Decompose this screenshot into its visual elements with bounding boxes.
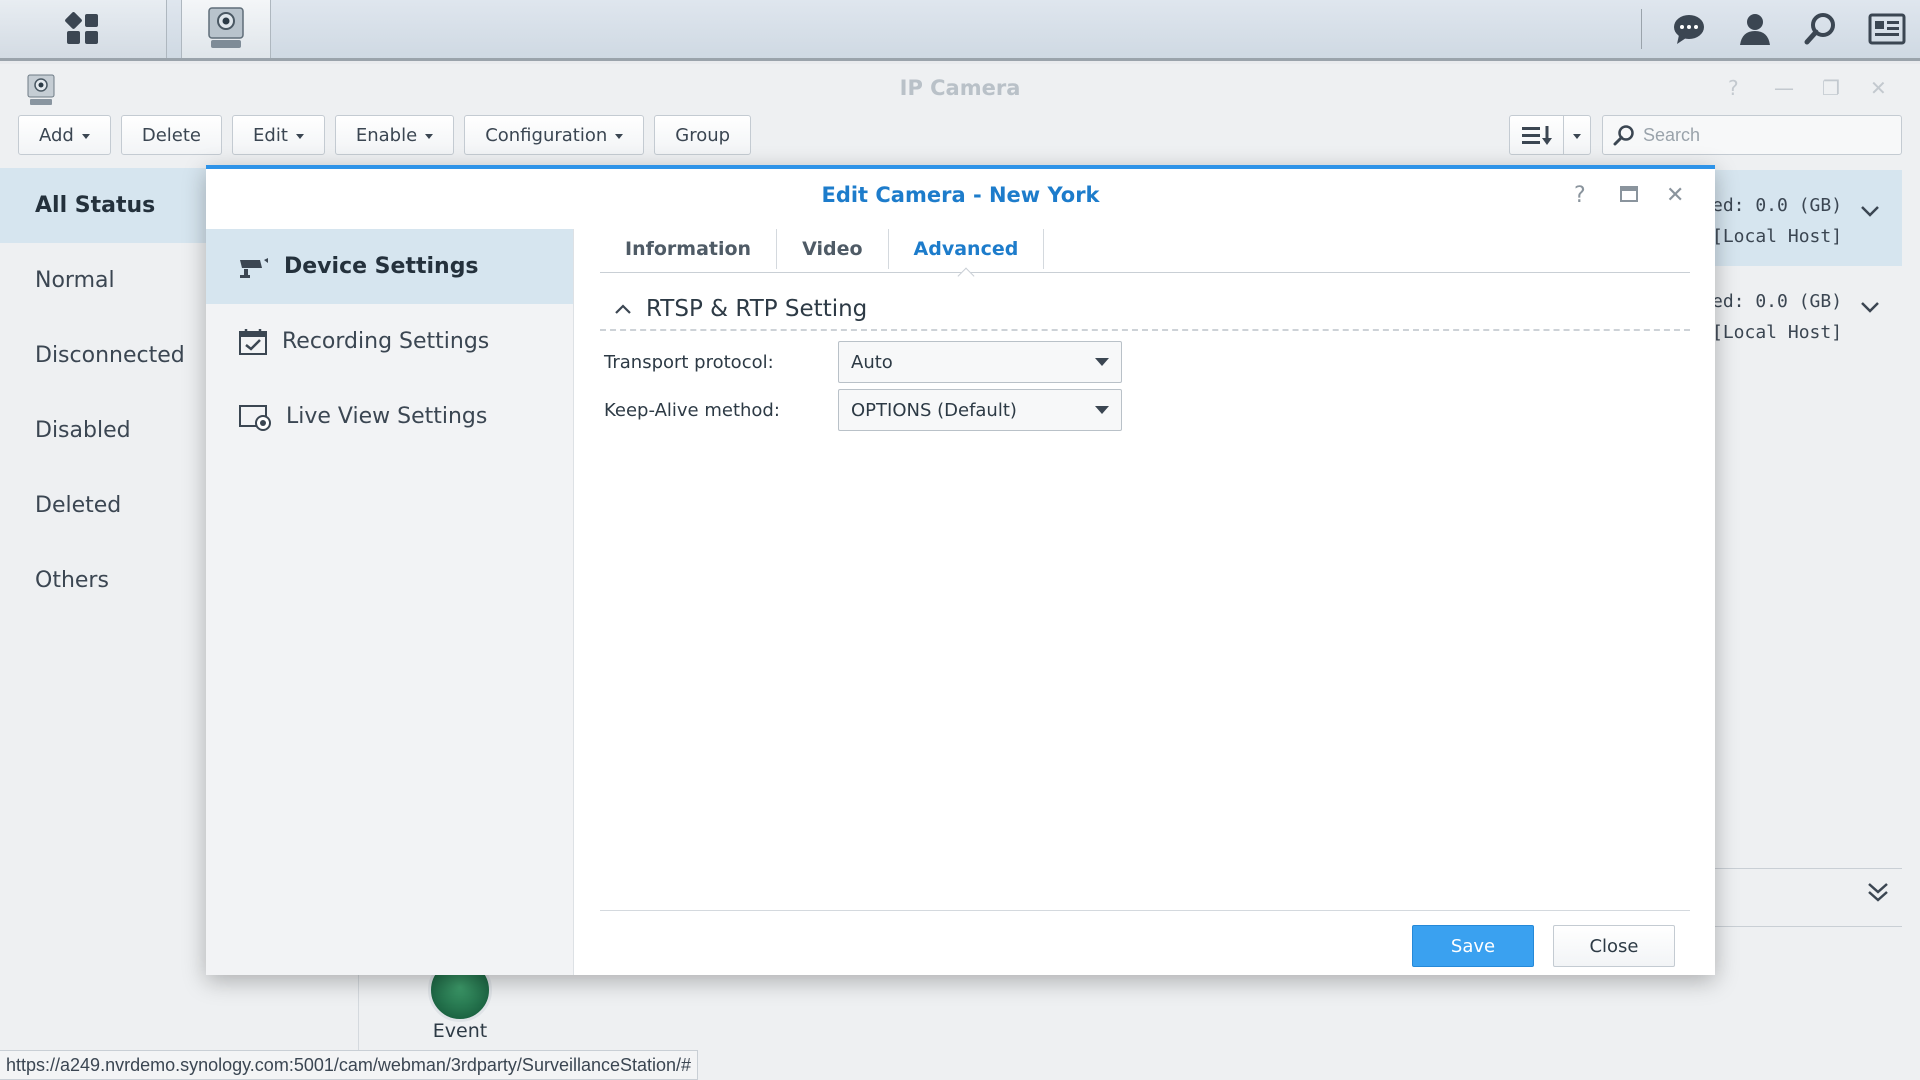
section-title: RTSP & RTP Setting: [646, 296, 868, 322]
dialog-tabs: Information Video Advanced: [600, 225, 1690, 285]
camera-icon: [240, 257, 268, 278]
camera-storage-text: ed: 0.0 (GB): [1712, 291, 1843, 312]
search-input[interactable]: [1643, 124, 1883, 146]
tab-information[interactable]: Information: [600, 229, 778, 269]
sidebar-item-live-view-settings[interactable]: Live View Settings: [206, 379, 573, 454]
close-window-icon[interactable]: ✕: [1870, 76, 1887, 100]
section-header-rtsp[interactable]: RTSP & RTP Setting: [600, 289, 1690, 331]
delete-button[interactable]: Delete: [120, 115, 223, 155]
tab-video[interactable]: Video: [777, 229, 889, 269]
close-button[interactable]: Close: [1553, 925, 1675, 967]
enable-button[interactable]: Enable: [334, 115, 455, 155]
expand-chevron-icon[interactable]: [1860, 300, 1880, 314]
configuration-button[interactable]: Configuration: [464, 115, 645, 155]
camera-row[interactable]: ed: 0.0 (GB) [Local Host]: [1700, 170, 1902, 266]
help-icon[interactable]: ?: [1574, 183, 1586, 208]
ip-camera-app-icon: [208, 7, 244, 48]
chevron-down-icon: [1095, 406, 1109, 414]
divider: [1700, 868, 1902, 869]
chevron-down-icon: [615, 134, 624, 139]
camera-row[interactable]: ed: 0.0 (GB) [Local Host]: [1700, 266, 1902, 362]
chevron-down-icon: [81, 134, 90, 139]
transport-protocol-row: Transport protocol: Auto: [604, 341, 1122, 383]
chevron-down-icon: [425, 134, 434, 139]
ip-camera-taskbar-button[interactable]: [181, 0, 271, 58]
maximize-icon[interactable]: [1620, 183, 1638, 208]
status-bar-url: https://a249.nvrdemo.synology.com:5001/c…: [0, 1050, 699, 1080]
live-view-icon: [239, 404, 271, 431]
edit-button[interactable]: Edit: [232, 115, 325, 155]
widgets-icon[interactable]: [1854, 0, 1920, 58]
chevron-up-icon: [615, 304, 631, 314]
user-icon[interactable]: [1722, 0, 1788, 58]
camera-host-text: [Local Host]: [1712, 322, 1843, 343]
dialog-title: Edit Camera - New York: [821, 183, 1100, 207]
main-toolbar: Add Delete Edit Enable Configuration Gro…: [18, 115, 752, 155]
main-menu-icon: [65, 12, 98, 44]
app-title: IP Camera: [899, 76, 1021, 100]
chat-icon[interactable]: [1656, 0, 1722, 58]
divider: [1700, 926, 1902, 927]
event-label[interactable]: Event: [400, 1020, 520, 1042]
active-tab-indicator: [957, 267, 975, 285]
chevron-down-icon: [1095, 358, 1109, 366]
save-button[interactable]: Save: [1412, 925, 1534, 967]
help-icon[interactable]: ?: [1728, 76, 1739, 100]
search-box[interactable]: [1602, 115, 1902, 155]
transport-protocol-label: Transport protocol:: [604, 351, 774, 373]
taskbar: [0, 0, 1920, 61]
expand-chevron-icon[interactable]: [1860, 204, 1880, 218]
keep-alive-label: Keep-Alive method:: [604, 399, 780, 421]
search-icon: [1613, 125, 1634, 146]
chevron-down-icon: [295, 134, 304, 139]
double-chevron-down-icon[interactable]: [1866, 880, 1890, 904]
camera-storage-text: ed: 0.0 (GB): [1712, 195, 1843, 216]
search-icon[interactable]: [1788, 0, 1854, 58]
sidebar-item-device-settings[interactable]: Device Settings: [206, 229, 573, 304]
calendar-check-icon: [239, 328, 267, 355]
add-button[interactable]: Add: [18, 115, 111, 155]
dialog-sidebar: Device Settings Recording Settings Live …: [206, 229, 574, 975]
sort-icon[interactable]: [1510, 116, 1564, 154]
group-button[interactable]: Group: [654, 115, 752, 155]
sort-dropdown-icon[interactable]: [1564, 116, 1590, 154]
close-icon[interactable]: ✕: [1666, 183, 1684, 208]
tab-advanced[interactable]: Advanced: [889, 229, 1045, 285]
camera-host-text: [Local Host]: [1712, 226, 1843, 247]
footer-divider: [600, 910, 1690, 911]
minimize-icon[interactable]: —: [1774, 76, 1794, 100]
sidebar-item-recording-settings[interactable]: Recording Settings: [206, 304, 573, 379]
edit-camera-dialog: Edit Camera - New York ? ✕ Device Settin…: [206, 165, 1715, 975]
transport-protocol-select[interactable]: Auto: [838, 341, 1122, 383]
keep-alive-select[interactable]: OPTIONS (Default): [838, 389, 1122, 431]
restore-icon[interactable]: ❐: [1822, 76, 1840, 100]
main-menu-button[interactable]: [0, 0, 167, 58]
sort-button[interactable]: [1509, 115, 1591, 155]
keep-alive-row: Keep-Alive method: OPTIONS (Default): [604, 389, 1122, 431]
